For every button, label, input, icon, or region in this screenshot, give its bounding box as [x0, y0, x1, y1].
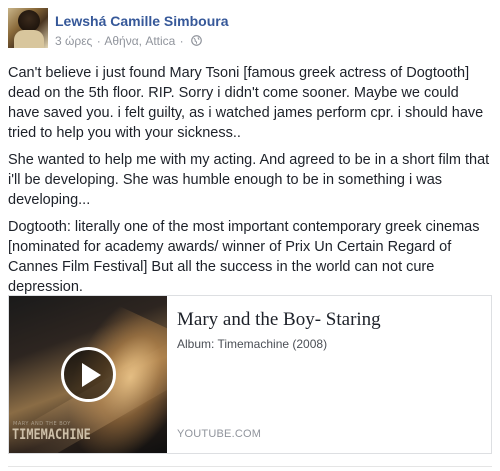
- post-paragraph-2: She wanted to help me with my acting. An…: [8, 152, 490, 208]
- post-divider: [8, 466, 492, 467]
- post-meta: 3 ώρες · Αθήνα, Attica ·: [55, 34, 202, 49]
- link-card-domain: YOUTUBE.COM: [177, 428, 262, 440]
- link-card-title[interactable]: Mary and the Boy- Staring: [177, 309, 381, 331]
- play-button[interactable]: [61, 347, 116, 402]
- avatar-body: [14, 30, 44, 48]
- post-text: Can't believe i just found Mary Tsoni [f…: [8, 63, 492, 304]
- video-thumbnail[interactable]: MARY AND THE BOY TIMEMACHINE: [9, 296, 167, 453]
- post-paragraph-3: Dogtooth: literally one of the most impo…: [8, 219, 480, 295]
- meta-separator: ·: [96, 34, 101, 48]
- post-timestamp[interactable]: 3 ώρες: [55, 34, 92, 48]
- link-card-info[interactable]: Mary and the Boy- Staring Album: Timemac…: [177, 296, 477, 453]
- meta-separator-2: ·: [179, 34, 184, 48]
- play-icon: [82, 363, 101, 387]
- post-header: Lewshá Camille Simboura 3 ώρες · Αθήνα, …: [8, 8, 492, 52]
- author-avatar[interactable]: [8, 8, 48, 48]
- post-location[interactable]: Αθήνα, Attica: [104, 34, 175, 48]
- avatar-head: [18, 10, 40, 32]
- shared-link-card[interactable]: MARY AND THE BOY TIMEMACHINE Mary and th…: [8, 295, 492, 454]
- link-card-description: Album: Timemachine (2008): [177, 337, 328, 351]
- post-paragraph-1: Can't believe i just found Mary Tsoni [f…: [8, 65, 484, 141]
- globe-icon[interactable]: [191, 35, 202, 49]
- author-name-link[interactable]: Lewshá Camille Simboura: [55, 13, 229, 29]
- thumbnail-album-text: TIMEMACHINE: [12, 427, 91, 443]
